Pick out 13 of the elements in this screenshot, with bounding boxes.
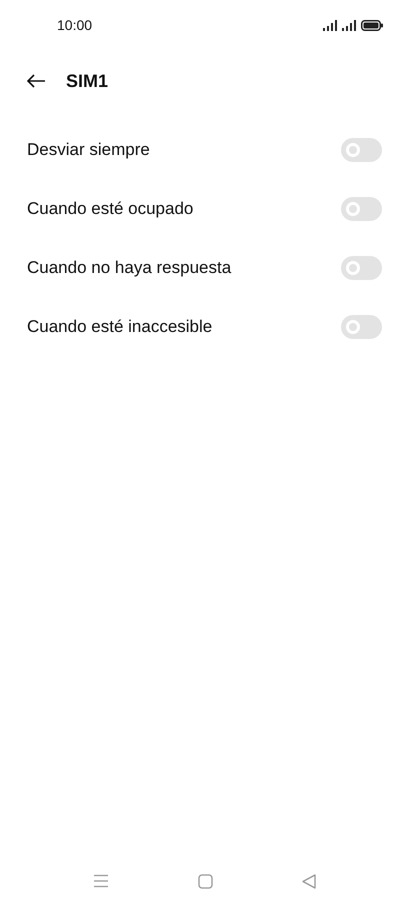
back-arrow-icon[interactable] (26, 74, 46, 88)
setting-label: Cuando esté ocupado (27, 198, 194, 220)
setting-label: Cuando no haya respuesta (27, 256, 232, 279)
signal-icon (323, 20, 338, 30)
signal-icon (342, 20, 357, 30)
menu-icon[interactable] (92, 874, 109, 888)
home-icon[interactable] (198, 874, 213, 888)
status-time: 10:00 (57, 16, 92, 34)
setting-label: Cuando esté inaccesible (27, 316, 212, 338)
page-title: SIM1 (66, 70, 108, 92)
setting-label: Desviar siempre (27, 138, 150, 161)
back-icon[interactable] (302, 874, 316, 888)
battery-icon (361, 20, 383, 30)
